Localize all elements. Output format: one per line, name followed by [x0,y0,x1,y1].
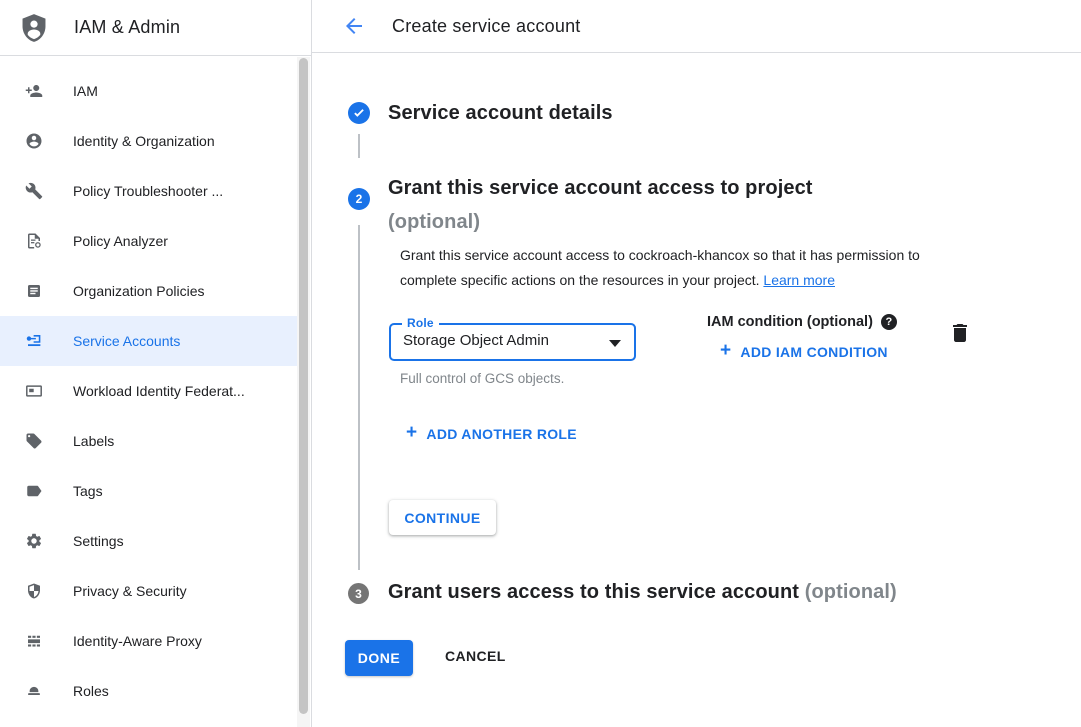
sidebar-item-roles[interactable]: Roles [0,666,297,716]
sidebar-item-service-accounts[interactable]: Service Accounts [0,316,297,366]
delete-role-trash-icon[interactable] [948,321,972,345]
step1-title: Service account details [388,102,613,125]
step-connector [358,225,360,570]
sidebar-item-settings[interactable]: Settings [0,516,297,566]
step3-optional-label: (optional) [805,581,897,603]
step2-number: 2 [356,192,363,206]
sidebar-item-privacy-security[interactable]: Privacy & Security [0,566,297,616]
step1-complete-check-icon [348,102,370,124]
card-icon [25,382,43,400]
create-service-account-form: Service account details 2 Grant this ser… [312,53,1081,727]
gear-icon [25,532,43,550]
sidebar-item-organization-policies[interactable]: Organization Policies [0,266,297,316]
role-select-value: Storage Object Admin [403,332,549,349]
sidebar-scrollbar[interactable] [297,57,310,727]
role-helper-text: Full control of GCS objects. [400,371,564,386]
sidebar-item-tags[interactable]: Tags [0,466,297,516]
sidebar-item-labels[interactable]: Labels [0,416,297,466]
sidebar-item-label: Tags [73,483,103,499]
role-select-label: Role [402,316,439,330]
sidebar-nav: IAM Identity & Organization Policy Troub… [0,56,297,716]
help-icon[interactable]: ? [881,314,897,330]
sidebar: IAM & Admin IAM Identity & Organization … [0,0,312,727]
done-button[interactable]: DONE [345,640,413,676]
step2-description-text: Grant this service account access to coc… [400,247,920,288]
sidebar-header: IAM & Admin [0,0,311,56]
policy-analyzer-icon [25,232,43,250]
account-circle-icon [25,132,43,150]
page-title: Create service account [392,16,581,37]
plus-icon: + [406,422,417,444]
step2-title: Grant this service account access to pro… [388,171,988,205]
back-arrow-icon[interactable] [342,14,366,38]
wrench-icon [25,182,43,200]
service-account-key-icon [25,332,43,350]
sidebar-item-policy-troubleshooter[interactable]: Policy Troubleshooter ... [0,166,297,216]
iam-condition-label: IAM condition (optional) [707,314,873,330]
step2-description: Grant this service account access to coc… [400,243,960,293]
step2-optional-label: (optional) [388,205,988,239]
label-icon [25,482,43,500]
step3-number-badge: 3 [348,583,369,604]
topbar: Create service account [312,0,1081,53]
sidebar-item-label: Settings [73,533,124,549]
document-lines-icon [25,282,43,300]
cancel-button[interactable]: CANCEL [445,648,506,664]
role-select[interactable]: Role Storage Object Admin [389,323,636,361]
sidebar-item-label: Identity-Aware Proxy [73,633,202,649]
person-add-icon [25,82,43,100]
proxy-grid-icon [25,632,43,650]
add-iam-condition-label: ADD IAM CONDITION [740,344,887,360]
sidebar-title: IAM & Admin [74,17,180,38]
step3-title: Grant users access to this service accou… [388,581,799,603]
sidebar-item-identity-aware-proxy[interactable]: Identity-Aware Proxy [0,616,297,666]
sidebar-item-label: Organization Policies [73,283,205,299]
step-connector [358,134,360,158]
sidebar-item-policy-analyzer[interactable]: Policy Analyzer [0,216,297,266]
sidebar-item-label: Policy Analyzer [73,233,168,249]
continue-button[interactable]: CONTINUE [389,500,496,535]
sidebar-item-label: IAM [73,83,98,99]
hat-icon [25,682,43,700]
add-iam-condition-button[interactable]: + ADD IAM CONDITION [720,341,888,363]
sidebar-item-label: Privacy & Security [73,583,187,599]
tag-icon [25,432,43,450]
iam-admin-shield-icon [18,12,50,44]
add-another-role-button[interactable]: + ADD ANOTHER ROLE [406,423,577,445]
step3-number: 3 [355,587,362,601]
sidebar-item-label: Labels [73,433,114,449]
sidebar-item-label: Policy Troubleshooter ... [73,183,223,199]
sidebar-item-label: Service Accounts [73,333,180,349]
sidebar-scrollbar-thumb[interactable] [299,58,308,714]
iam-condition-label-row: IAM condition (optional) ? [707,314,897,330]
sidebar-item-label: Identity & Organization [73,133,215,149]
chevron-down-icon [609,340,621,347]
sidebar-item-label: Roles [73,683,109,699]
step3-heading: Grant users access to this service accou… [388,581,897,604]
plus-icon: + [720,340,731,362]
shield-half-icon [25,582,43,600]
sidebar-item-iam[interactable]: IAM [0,66,297,116]
main-area: Create service account Service account d… [312,0,1081,727]
learn-more-link[interactable]: Learn more [763,272,835,288]
add-another-role-label: ADD ANOTHER ROLE [426,426,577,442]
step2-number-badge: 2 [348,188,370,210]
sidebar-item-identity-organization[interactable]: Identity & Organization [0,116,297,166]
sidebar-item-label: Workload Identity Federat... [73,383,245,399]
step2-heading: Grant this service account access to pro… [388,171,988,239]
sidebar-item-workload-identity-federation[interactable]: Workload Identity Federat... [0,366,297,416]
